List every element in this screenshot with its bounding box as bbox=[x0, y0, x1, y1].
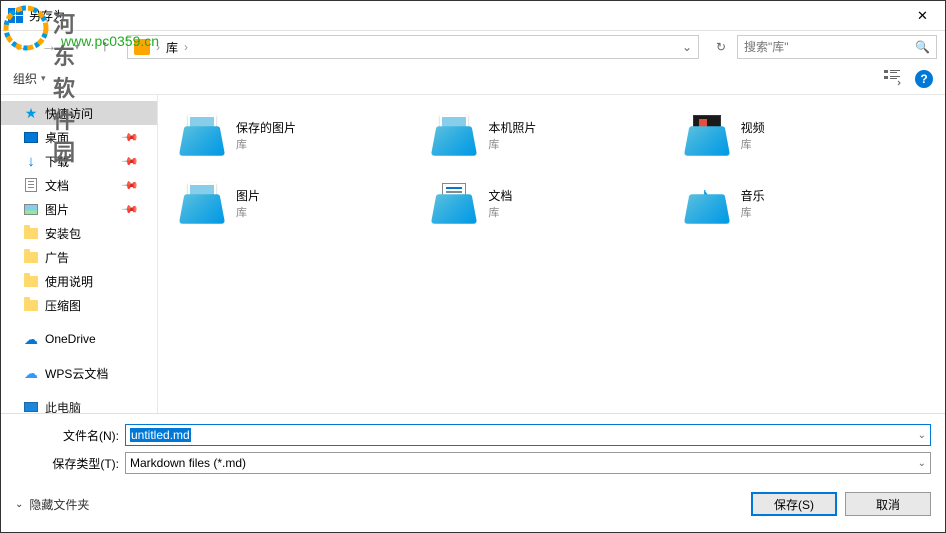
filetype-field[interactable]: Markdown files (*.md) ⌄ bbox=[125, 452, 931, 474]
sidebar-item-label: OneDrive bbox=[45, 332, 96, 346]
close-button[interactable]: ✕ bbox=[900, 1, 945, 31]
navbar: ← → ▾ ↑ › 库 › ⌄ ↻ 🔍 bbox=[1, 31, 945, 63]
sidebar-item-wps[interactable]: ☁WPS云文档 bbox=[1, 361, 157, 385]
filename-label: 文件名(N): bbox=[15, 427, 125, 444]
sidebar-item-folder[interactable]: 广告 bbox=[1, 245, 157, 269]
pin-icon: 📌 bbox=[121, 176, 140, 195]
library-doc-icon bbox=[430, 183, 478, 223]
item-sub: 库 bbox=[488, 136, 536, 152]
sidebar-item-label: 此电脑 bbox=[45, 399, 81, 414]
pin-icon: 📌 bbox=[121, 152, 140, 171]
chevron-icon: ⌄ bbox=[15, 499, 23, 510]
sidebar-item-folder[interactable]: 使用说明 bbox=[1, 269, 157, 293]
item-name: 本机照片 bbox=[488, 119, 536, 136]
sidebar-item-label: 压缩图 bbox=[45, 297, 81, 314]
item-sub: 库 bbox=[741, 136, 765, 152]
library-item[interactable]: ♪ 音乐库 bbox=[683, 179, 925, 227]
organize-button[interactable]: 组织▾ bbox=[13, 70, 46, 87]
library-item[interactable]: 保存的图片库 bbox=[178, 111, 420, 159]
filetype-dropdown[interactable]: ⌄ bbox=[918, 458, 926, 469]
breadcrumb-sep: › bbox=[156, 40, 160, 54]
nav-history-dropdown[interactable]: ▾ bbox=[65, 35, 89, 59]
help-button[interactable]: ? bbox=[915, 70, 933, 88]
sidebar: ★快速访问桌面📌↓下载📌文档📌图片📌安装包广告使用说明压缩图☁OneDrive☁… bbox=[1, 95, 158, 413]
sidebar-item-label: 广告 bbox=[45, 249, 69, 266]
library-item[interactable]: 视频库 bbox=[683, 111, 925, 159]
sidebar-item-folder[interactable]: 压缩图 bbox=[1, 293, 157, 317]
library-video-icon bbox=[683, 115, 731, 155]
breadcrumb-sep2: › bbox=[184, 40, 188, 54]
sidebar-item-star[interactable]: ★快速访问 bbox=[1, 101, 157, 125]
search-box[interactable]: 🔍 bbox=[737, 35, 937, 59]
sidebar-item-doc[interactable]: 文档 📌 bbox=[1, 173, 157, 197]
item-name: 音乐 bbox=[741, 187, 765, 204]
sidebar-item-label: 安装包 bbox=[45, 225, 81, 242]
bottom-panel: 文件名(N): untitled.md ⌄ 保存类型(T): Markdown … bbox=[1, 413, 945, 528]
pin-icon: 📌 bbox=[121, 128, 140, 147]
sidebar-item-download[interactable]: ↓下载📌 bbox=[1, 149, 157, 173]
item-name: 保存的图片 bbox=[236, 119, 296, 136]
app-icon bbox=[7, 8, 23, 24]
nav-forward-button[interactable]: → bbox=[37, 35, 61, 59]
search-icon[interactable]: 🔍 bbox=[915, 40, 930, 54]
filename-dropdown[interactable]: ⌄ bbox=[918, 430, 926, 441]
sidebar-item-label: WPS云文档 bbox=[45, 365, 108, 382]
sidebar-item-label: 文档 bbox=[45, 177, 69, 194]
filetype-value: Markdown files (*.md) bbox=[130, 456, 246, 470]
item-name: 文档 bbox=[488, 187, 512, 204]
sidebar-item-label: 快速访问 bbox=[45, 105, 93, 122]
sidebar-item-desktop[interactable]: 桌面 📌 bbox=[1, 125, 157, 149]
library-pic-icon bbox=[178, 115, 226, 155]
library-music-icon: ♪ bbox=[683, 183, 731, 223]
search-input[interactable] bbox=[744, 40, 915, 54]
titlebar: 另存为 ✕ bbox=[1, 1, 945, 31]
sidebar-item-label: 桌面 bbox=[45, 129, 69, 146]
pin-icon: 📌 bbox=[121, 200, 140, 219]
refresh-button[interactable]: ↻ bbox=[709, 35, 733, 59]
content-area[interactable]: 保存的图片库本机照片库视频库图片库文档库♪音乐库 bbox=[158, 95, 945, 413]
filetype-label: 保存类型(T): bbox=[15, 455, 125, 472]
sidebar-item-label: 下载 bbox=[45, 153, 69, 170]
breadcrumb-location[interactable]: 库 bbox=[166, 39, 178, 56]
view-button[interactable] bbox=[883, 68, 901, 89]
item-sub: 库 bbox=[236, 136, 296, 152]
window-title: 另存为 bbox=[29, 7, 65, 24]
sidebar-item-folder[interactable]: 安装包 bbox=[1, 221, 157, 245]
item-sub: 库 bbox=[236, 204, 260, 220]
sidebar-item-pc[interactable]: 此电脑 bbox=[1, 395, 157, 413]
nav-up-button[interactable]: ↑ bbox=[93, 35, 117, 59]
sidebar-item-pic[interactable]: 图片 📌 bbox=[1, 197, 157, 221]
filename-field[interactable]: untitled.md ⌄ bbox=[125, 424, 931, 446]
cancel-button[interactable]: 取消 bbox=[845, 492, 931, 516]
sidebar-item-onedrive[interactable]: ☁OneDrive bbox=[1, 327, 157, 351]
breadcrumb-dropdown[interactable]: ⌄ bbox=[682, 40, 692, 54]
item-sub: 库 bbox=[741, 204, 765, 220]
save-button[interactable]: 保存(S) bbox=[751, 492, 837, 516]
breadcrumb[interactable]: › 库 › ⌄ bbox=[127, 35, 699, 59]
filename-value[interactable]: untitled.md bbox=[130, 428, 191, 442]
library-item[interactable]: 本机照片库 bbox=[430, 111, 672, 159]
item-name: 图片 bbox=[236, 187, 260, 204]
item-name: 视频 bbox=[741, 119, 765, 136]
sidebar-item-label: 图片 bbox=[45, 201, 69, 218]
hide-folders-button[interactable]: ⌄ 隐藏文件夹 bbox=[15, 496, 89, 513]
library-item[interactable]: 文档库 bbox=[430, 179, 672, 227]
library-item[interactable]: 图片库 bbox=[178, 179, 420, 227]
item-sub: 库 bbox=[488, 204, 512, 220]
library-pic-icon bbox=[430, 115, 478, 155]
sidebar-item-label: 使用说明 bbox=[45, 273, 93, 290]
toolbar: 组织▾ ? bbox=[1, 63, 945, 95]
nav-back-button[interactable]: ← bbox=[9, 35, 33, 59]
library-icon bbox=[134, 39, 150, 55]
library-pic-icon bbox=[178, 183, 226, 223]
